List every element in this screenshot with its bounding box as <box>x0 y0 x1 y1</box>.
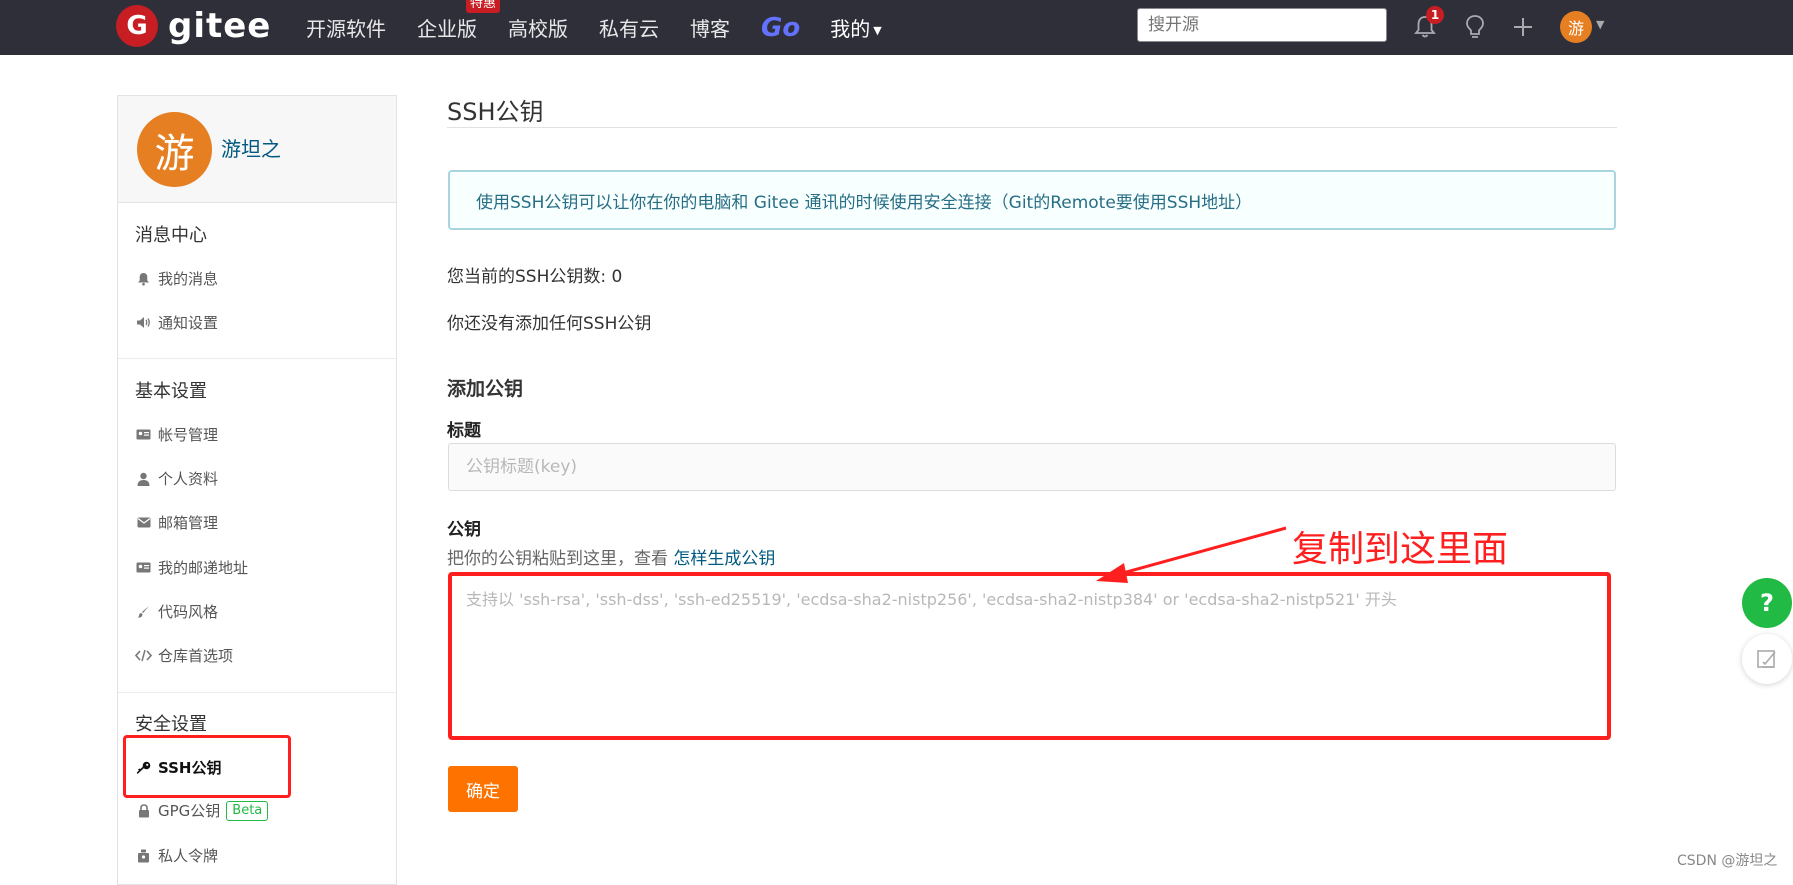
sidebar-item-gpg-keys[interactable]: GPG公钥 Beta <box>135 800 269 821</box>
code-icon <box>135 649 152 662</box>
key-title-input[interactable] <box>448 443 1616 491</box>
gitee-logo[interactable]: G gitee <box>116 4 271 48</box>
sidebar-item-profile[interactable]: 个人资料 <box>135 468 218 489</box>
sidebar-item-address[interactable]: 我的邮递地址 <box>135 557 248 578</box>
promo-badge: 特惠 <box>466 0 501 13</box>
token-icon <box>135 849 152 863</box>
section-title-messages: 消息中心 <box>135 225 207 246</box>
nav-open-source[interactable]: 开源软件 <box>306 13 386 42</box>
section-title-basic-settings: 基本设置 <box>135 381 207 402</box>
id-card-icon <box>135 429 152 440</box>
key-label: 公钥 <box>447 520 481 540</box>
lightbulb-icon <box>1466 15 1484 38</box>
user-avatar[interactable]: 游 <box>1560 11 1592 43</box>
title-divider <box>447 127 1617 128</box>
user-icon <box>135 472 152 486</box>
avatar-caret-icon[interactable]: ▼ <box>1596 18 1604 31</box>
search-input[interactable] <box>1137 8 1387 42</box>
profile-card: 游 游坦之 <box>118 96 396 203</box>
sidebar-divider <box>118 692 396 693</box>
plus-icon <box>1514 18 1532 36</box>
sidebar-item-label: 通知设置 <box>158 314 219 332</box>
add-key-heading: 添加公钥 <box>447 378 524 400</box>
ssh-item-highlight-box <box>123 735 291 798</box>
info-message: 使用SSH公钥可以让你在你的电脑和 Gitee 通讯的时候使用安全连接（Git的… <box>448 170 1616 230</box>
sidebar-item-email[interactable]: 邮箱管理 <box>135 512 218 533</box>
help-button[interactable]: ? <box>1742 578 1792 628</box>
sidebar-item-label: GPG公钥 <box>158 802 221 820</box>
top-navbar: G gitee 开源软件 企业版 特惠 高校版 私有云 博客 Go 我的▼ 1 <box>0 0 1793 55</box>
section-title-security: 安全设置 <box>135 714 207 735</box>
brush-icon <box>135 605 152 618</box>
notification-button[interactable]: 1 <box>1410 6 1444 42</box>
profile-avatar[interactable]: 游 <box>137 112 212 187</box>
key-hint: 把你的公钥粘贴到这里，查看 怎样生成公钥 <box>447 544 775 569</box>
notification-count-badge: 1 <box>1426 6 1444 24</box>
sidebar-item-code-style[interactable]: 代码风格 <box>135 601 218 622</box>
nav-blog[interactable]: 博客 <box>690 13 730 42</box>
sidebar-item-label: 私人令牌 <box>158 847 219 865</box>
logo-mark-icon: G <box>116 5 158 47</box>
nav-mine-dropdown[interactable]: 我的 ▼ <box>830 13 881 42</box>
nav-enterprise[interactable]: 企业版 特惠 <box>417 0 501 42</box>
logo-text: gitee <box>168 6 272 46</box>
caret-down-icon: ▼ <box>873 24 882 37</box>
info-message-text: 使用SSH公钥可以让你在你的电脑和 Gitee 通讯的时候使用安全连接（Git的… <box>476 192 1253 213</box>
speaker-icon <box>135 316 152 329</box>
sidebar-item-label: 仓库首选项 <box>158 647 234 665</box>
sidebar-divider <box>118 358 396 359</box>
sidebar-item-label: 我的邮递地址 <box>158 559 249 577</box>
nav-mine-label: 我的 <box>830 17 871 41</box>
sidebar-item-repo-preferences[interactable]: 仓库首选项 <box>135 645 233 666</box>
title-label: 标题 <box>447 421 481 441</box>
sidebar-item-personal-tokens[interactable]: 私人令牌 <box>135 845 218 866</box>
nav-go[interactable]: Go <box>761 13 800 43</box>
sidebar-item-label: 邮箱管理 <box>158 514 219 532</box>
bell-icon <box>135 272 152 286</box>
no-keys-text: 你还没有添加任何SSH公钥 <box>447 314 652 334</box>
create-button[interactable] <box>1508 12 1538 42</box>
page-title: SSH公钥 <box>447 98 544 126</box>
beta-badge: Beta <box>226 800 269 821</box>
sidebar-item-label: 个人资料 <box>158 470 219 488</box>
question-icon: ? <box>1760 589 1774 617</box>
confirm-button[interactable]: 确定 <box>448 766 518 812</box>
lock-icon <box>135 803 152 818</box>
sidebar-item-account[interactable]: 帐号管理 <box>135 424 218 445</box>
sidebar-item-label: 帐号管理 <box>158 426 219 444</box>
sidebar-item-notification-settings[interactable]: 通知设置 <box>135 312 218 333</box>
address-card-icon <box>135 562 152 573</box>
nav-private-cloud[interactable]: 私有云 <box>599 13 659 42</box>
annotation-text: 复制到这里面 <box>1292 529 1509 570</box>
nav-education[interactable]: 高校版 <box>508 13 568 42</box>
key-count-text: 您当前的SSH公钥数: 0 <box>447 267 623 287</box>
lightbulb-button[interactable] <box>1460 12 1490 42</box>
sidebar-item-my-messages[interactable]: 我的消息 <box>135 268 218 289</box>
key-hint-text: 把你的公钥粘贴到这里，查看 <box>447 549 674 569</box>
how-to-generate-key-link[interactable]: 怎样生成公钥 <box>673 549 775 569</box>
edit-feedback-icon <box>1757 650 1776 668</box>
main-nav: 开源软件 企业版 特惠 高校版 私有云 博客 Go 我的 ▼ <box>306 0 913 55</box>
sidebar-item-label: 代码风格 <box>158 603 219 621</box>
profile-name[interactable]: 游坦之 <box>221 133 281 162</box>
envelope-icon <box>135 517 152 528</box>
nav-enterprise-label: 企业版 <box>417 17 477 41</box>
public-key-textarea[interactable] <box>448 572 1611 740</box>
sidebar-item-label: 我的消息 <box>158 270 219 288</box>
feedback-button[interactable] <box>1742 634 1792 684</box>
csdn-watermark: CSDN @游坦之 <box>1677 853 1778 869</box>
